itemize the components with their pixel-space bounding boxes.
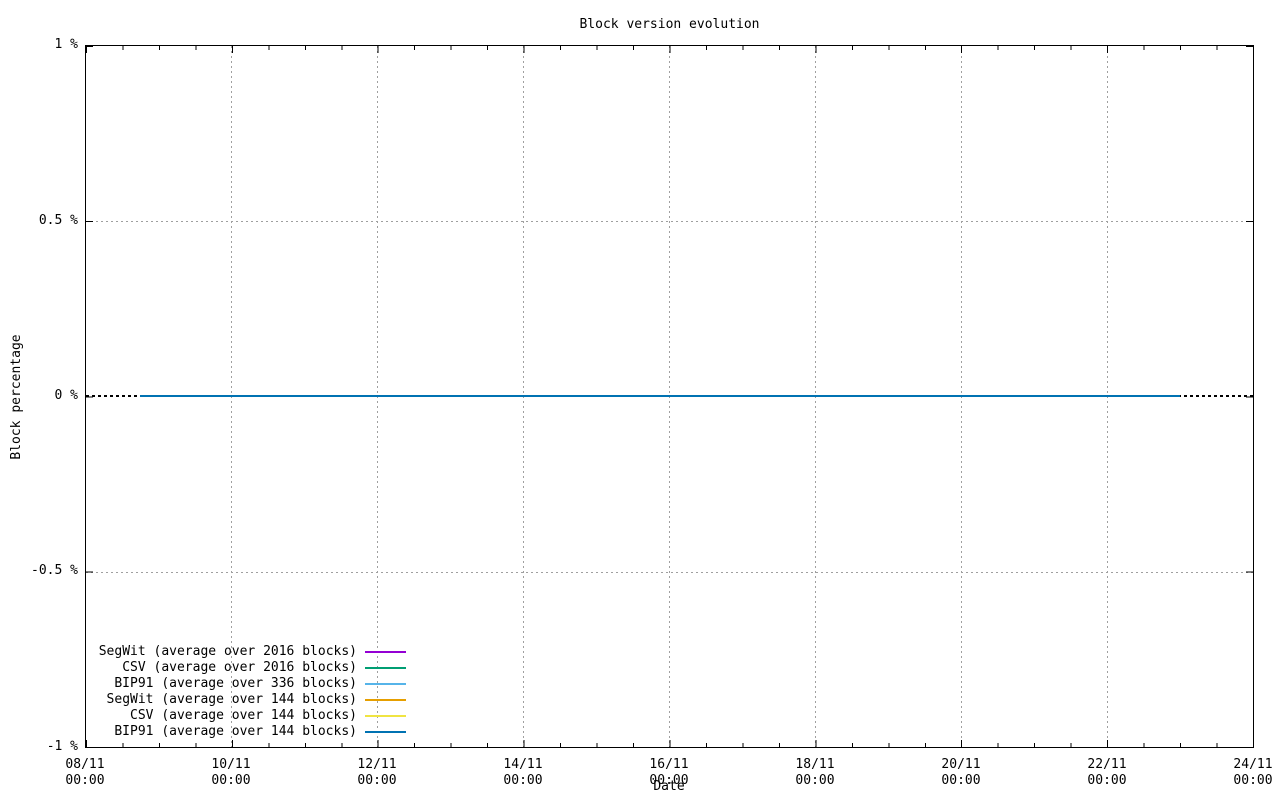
x-tick-time: 00:00 [921,773,1001,789]
x-tick-date: 20/11 [921,757,1001,773]
chart-canvas: Block version evolution SegWit (average … [0,0,1280,800]
x-tick-label-18-11: 18/11 00:00 [775,757,855,789]
legend-line-sample [365,731,406,733]
x-tick-date: 10/11 [191,757,271,773]
x-tick-time: 00:00 [483,773,563,789]
legend-entry-segwit-2016: SegWit (average over 2016 blocks) [86,644,357,660]
plot-area: SegWit (average over 2016 blocks) CSV (a… [85,45,1254,748]
y-major-ticks-left [86,46,93,747]
x-tick-label-08-11: 08/11 00:00 [45,757,125,789]
legend-line-sample [365,715,406,717]
x-tick-label-20-11: 20/11 00:00 [921,757,1001,789]
data-line-0pct [140,395,1180,397]
y-tick-label-1pct: 1 % [0,37,78,53]
x-tick-time: 00:00 [191,773,271,789]
x-tick-label-24-11: 24/11 00:00 [1213,757,1280,789]
y-axis-title: Block percentage [9,324,25,470]
x-major-ticks-top [86,46,1253,53]
x-tick-label-22-11: 22/11 00:00 [1067,757,1147,789]
x-axis-title: Date [629,779,709,794]
x-major-ticks-bottom [86,740,1253,747]
legend-line-sample [365,667,406,669]
y-major-ticks-right [1246,46,1253,747]
x-tick-time: 00:00 [1213,773,1280,789]
legend-entry-bip91-144: BIP91 (average over 144 blocks) [86,724,357,740]
chart-title: Block version evolution [85,17,1254,32]
legend-label: SegWit (average over 144 blocks) [107,692,357,707]
legend-entry-csv-144: CSV (average over 144 blocks) [86,708,357,724]
legend: SegWit (average over 2016 blocks) CSV (a… [86,644,357,740]
legend-entry-csv-2016: CSV (average over 2016 blocks) [86,660,357,676]
x-tick-date: 12/11 [337,757,417,773]
legend-label: CSV (average over 144 blocks) [130,708,357,723]
x-tick-date: 22/11 [1067,757,1147,773]
y-tick-label-0.5pct: 0.5 % [0,213,78,229]
legend-label: CSV (average over 2016 blocks) [122,660,357,675]
x-tick-label-14-11: 14/11 00:00 [483,757,563,789]
x-tick-label-12-11: 12/11 00:00 [337,757,417,789]
x-tick-time: 00:00 [337,773,417,789]
x-tick-date: 24/11 [1213,757,1280,773]
legend-entry-bip91-336: BIP91 (average over 336 blocks) [86,676,357,692]
x-tick-label-10-11: 10/11 00:00 [191,757,271,789]
y-tick-label-neg0.5pct: -0.5 % [0,563,78,579]
legend-line-sample [365,699,406,701]
legend-entry-segwit-144: SegWit (average over 144 blocks) [86,692,357,708]
x-tick-date: 16/11 [629,757,709,773]
x-tick-time: 00:00 [45,773,125,789]
y-tick-label-neg1pct: -1 % [0,739,78,755]
legend-label: BIP91 (average over 336 blocks) [114,676,357,691]
legend-line-sample [365,683,406,685]
x-tick-time: 00:00 [775,773,855,789]
x-tick-date: 18/11 [775,757,855,773]
x-tick-time: 00:00 [1067,773,1147,789]
x-tick-date: 08/11 [45,757,125,773]
legend-label: BIP91 (average over 144 blocks) [114,724,357,739]
legend-label: SegWit (average over 2016 blocks) [99,644,357,659]
x-tick-date: 14/11 [483,757,563,773]
legend-line-sample [365,651,406,653]
